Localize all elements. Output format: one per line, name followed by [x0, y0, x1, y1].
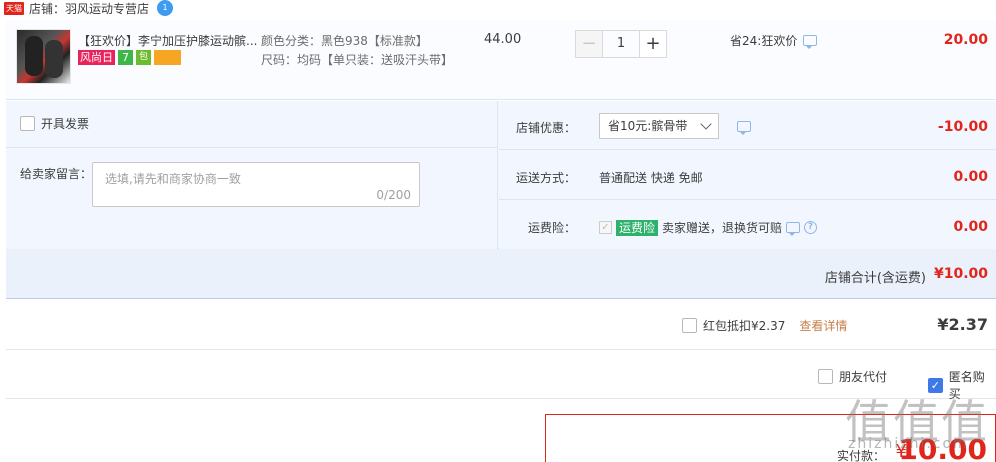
friend-pay-label: 朋友代付 [839, 370, 888, 384]
red-packet-checkbox[interactable] [682, 318, 697, 333]
fengshangri-tag: 风尚日 [78, 50, 115, 65]
discount-amount: -10.00 [937, 119, 988, 135]
shipping-label: 运送方式： [515, 171, 576, 185]
shop-total-label: 店铺合计(含运费) [824, 271, 926, 286]
insurance-tag: 运费险 [616, 219, 659, 236]
quantity-increase-button[interactable]: + [639, 30, 667, 58]
discount-select[interactable]: 省10元:髌骨带 [599, 113, 719, 139]
quantity-input[interactable]: 1 [603, 30, 639, 58]
red-packet-row: 红包抵扣¥2.37 查看详情 ¥2.37 [6, 300, 996, 350]
shop-header: 天猫 店铺：羽风运动专营店 1 [0, 0, 996, 16]
insurance-value: ✓ 运费险 卖家赠送，退换货可赔 ? [599, 219, 818, 236]
discount-select-value: 省10元:髌骨带 [608, 119, 688, 133]
sku-info: 颜色分类：黑色938【标准款】 尺码：均码【单只装：送吸汗头带】 [261, 32, 454, 70]
insurance-text: 卖家赠送，退换货可赔 [662, 221, 783, 235]
invoice-label: 开具发票 [41, 117, 90, 131]
chevron-down-icon [700, 118, 712, 130]
shipping-row: 运送方式： 普通配送 快递 免邮 0.00 [499, 151, 996, 200]
message-placeholder: 选填,请先和商家协商一致 [105, 172, 241, 186]
product-title-link[interactable]: 【狂欢价】李宁加压护膝运动髌... [78, 32, 258, 49]
divider [6, 147, 498, 148]
message-label: 给卖家留言： [20, 167, 93, 181]
item-subtotal: 20.00 [943, 32, 988, 48]
card-payment-icon [154, 50, 181, 65]
sku-color: 颜色分类：黑色938【标准款】 [261, 34, 428, 48]
shop-total-amount: ¥10.00 [933, 266, 988, 282]
unit-price: 44.00 [484, 32, 522, 47]
friend-pay-option[interactable]: 朋友代付 [818, 368, 887, 385]
quantity-decrease-button[interactable]: − [575, 30, 603, 58]
watermark-url: zhizhizhi.com [848, 436, 969, 452]
right-options: 店铺优惠： 省10元:髌骨带 -10.00 运送方式： 普通配送 快递 免邮 0… [499, 101, 996, 249]
order-options: 开具发票 给卖家留言： 选填,请先和商家协商一致 0/200 店铺优惠： 省10… [6, 101, 996, 249]
promo-text: 省24:狂欢价 [730, 34, 798, 48]
invoice-option[interactable]: 开具发票 [20, 115, 89, 132]
order-item-row: 【狂欢价】李宁加压护膝运动髌... 风尚日 7 包 颜色分类：黑色938【标准款… [6, 20, 996, 100]
seven-day-return-icon: 7 [118, 50, 133, 65]
quantity-stepper: − 1 + [575, 30, 667, 58]
friend-pay-checkbox[interactable] [818, 369, 833, 384]
red-packet-option[interactable]: 红包抵扣¥2.37 查看详情 [682, 317, 847, 334]
red-packet-details-link[interactable]: 查看详情 [799, 317, 847, 334]
insurance-comment-icon[interactable] [786, 222, 801, 236]
shop-name-link[interactable]: 店铺：羽风运动专营店 [29, 0, 149, 17]
message-char-count: 0/200 [376, 188, 411, 202]
red-packet-label: 红包抵扣¥2.37 [703, 319, 786, 333]
shop-total-bar: 店铺合计(含运费) ¥10.00 [6, 249, 996, 299]
product-tags: 风尚日 7 包 [78, 50, 181, 65]
discount-label: 店铺优惠： [515, 121, 576, 135]
discount-comment-icon[interactable] [737, 121, 751, 135]
shipping-value: 普通配送 快递 免邮 [599, 171, 703, 185]
promo-comment-icon[interactable] [803, 35, 818, 49]
promo-info: 省24:狂欢价 [730, 32, 818, 49]
seller-message-input[interactable]: 选填,请先和商家协商一致 0/200 [92, 162, 420, 207]
sku-size: 尺码：均码【单只装：送吸汗头带】 [261, 53, 454, 67]
red-packet-amount: ¥2.37 [937, 315, 988, 334]
tmall-badge-icon: 天猫 [4, 1, 24, 15]
insurance-amount: 0.00 [953, 219, 988, 235]
guarantee-icon: 包 [136, 50, 151, 65]
shop-discount-row: 店铺优惠： 省10元:髌骨带 -10.00 [499, 101, 996, 150]
left-options: 开具发票 给卖家留言： 选填,请先和商家协商一致 0/200 [6, 101, 498, 249]
shipping-amount: 0.00 [953, 169, 988, 185]
help-icon[interactable]: ? [804, 221, 818, 234]
invoice-checkbox[interactable] [20, 116, 35, 131]
insurance-row: 运费险： ✓ 运费险 卖家赠送，退换货可赔 ? 0.00 [499, 201, 996, 249]
insurance-label: 运费险： [527, 221, 576, 235]
wangwang-chat-icon[interactable]: 1 [157, 0, 174, 16]
insurance-checkbox: ✓ [599, 221, 612, 234]
product-thumbnail[interactable] [16, 29, 71, 84]
